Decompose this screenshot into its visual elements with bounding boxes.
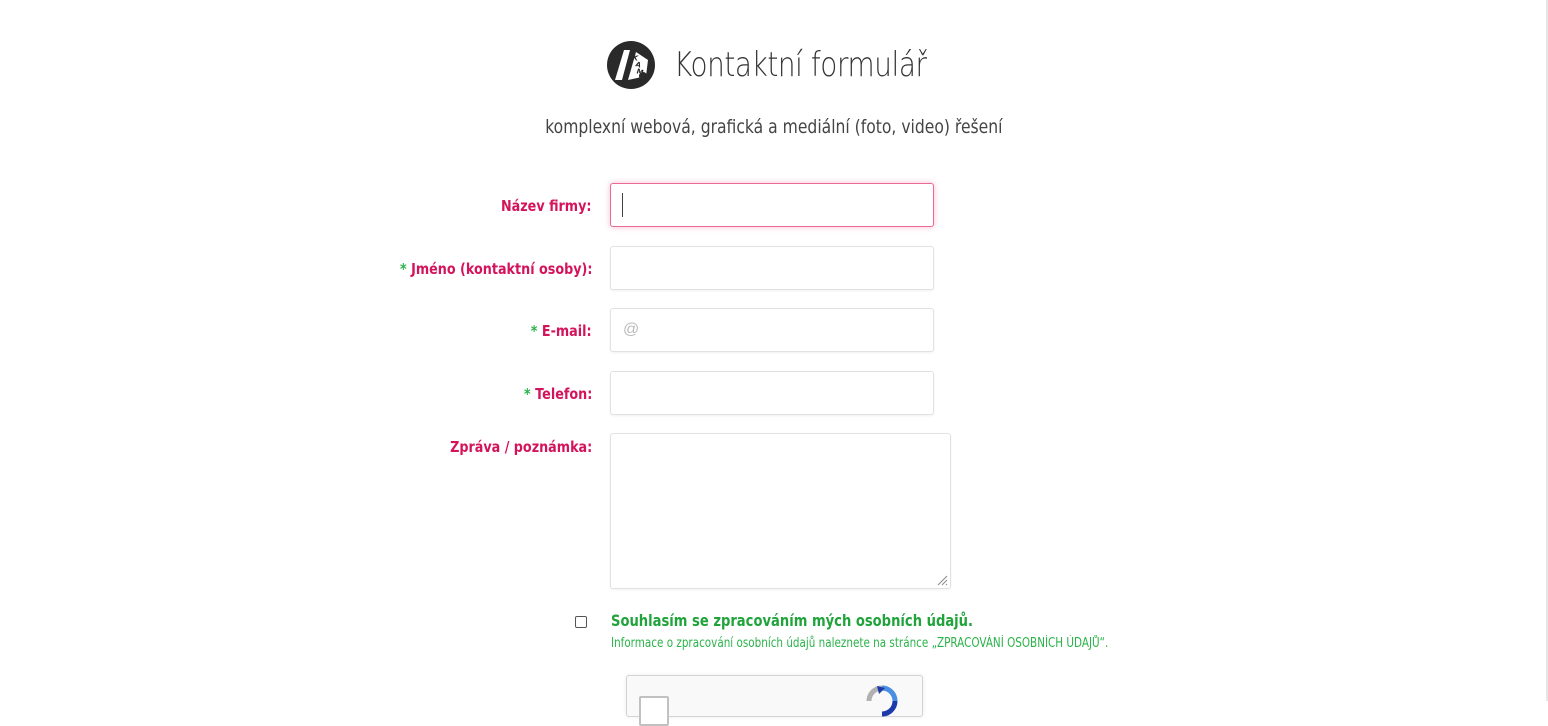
email-placeholder: @ (623, 321, 640, 338)
page-header: K A M Kontaktní formulář (0, 40, 1548, 95)
name-label: * Jméno (kontaktní osoby): (399, 260, 592, 278)
consent-info-text: Informace o zpracování osobních údajů na… (611, 636, 1109, 651)
kamd-logo-icon: K A M (606, 40, 656, 90)
subtitle-text: komplexní webová, grafická a mediální (f… (545, 116, 1003, 138)
email-input[interactable]: @ (610, 308, 934, 352)
required-mark: * (399, 260, 407, 278)
resize-handle-icon[interactable] (936, 574, 948, 586)
phone-input[interactable] (610, 371, 934, 415)
page-subtitle: komplexní webová, grafická a mediální (f… (0, 116, 1548, 138)
required-mark: * (531, 322, 538, 340)
page-title: Kontaktní formulář (673, 45, 927, 85)
recaptcha-icon (866, 685, 898, 717)
message-textarea[interactable] (610, 433, 951, 589)
consent-checkbox[interactable] (575, 616, 587, 628)
message-label: Zpráva / poznámka: (449, 438, 592, 456)
required-mark: * (523, 385, 531, 403)
consent-label[interactable]: Souhlasím se zpracováním mých osobních ú… (611, 611, 973, 630)
recaptcha-widget (626, 675, 923, 726)
name-input[interactable] (610, 246, 934, 290)
company-label: Název firmy: (501, 197, 592, 215)
text-caret (622, 193, 623, 217)
phone-label: * Telefon: (523, 385, 592, 403)
email-label: * E-mail: (531, 322, 592, 340)
company-input[interactable] (610, 183, 934, 227)
